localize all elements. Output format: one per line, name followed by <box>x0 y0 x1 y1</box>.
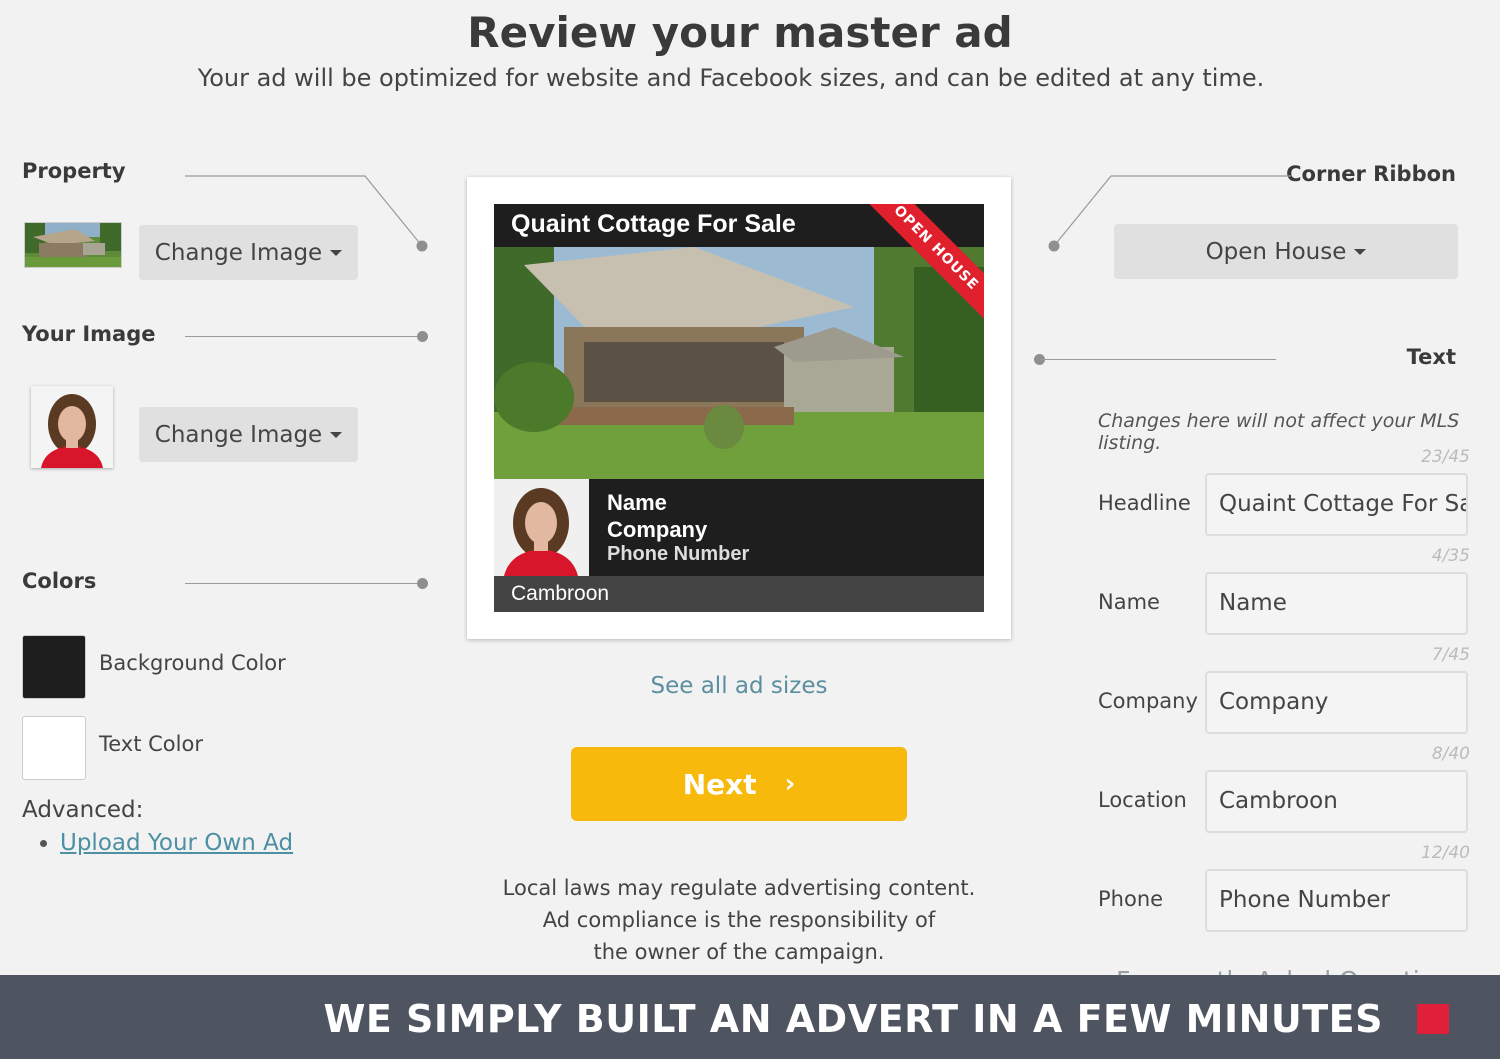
company-input[interactable]: Company <box>1205 671 1468 734</box>
headline-counter: 23/45 <box>1421 447 1470 467</box>
see-all-ad-sizes-link[interactable]: See all ad sizes <box>467 673 1011 699</box>
disclaimer-line: Local laws may regulate advertising cont… <box>502 876 976 900</box>
property-change-image-label: Change Image <box>154 239 323 266</box>
ad-avatar <box>494 479 589 576</box>
corner-ribbon-value: Open House <box>1205 238 1347 265</box>
property-label: Property <box>22 159 126 183</box>
text-section-label: Text <box>1406 345 1456 369</box>
page-subtitle: Your ad will be optimized for website an… <box>197 64 1265 92</box>
ad-preview: Quaint Cottage For Sale OPEN HOUSE Name … <box>494 204 984 612</box>
ad-location-bar: Cambroon <box>494 576 984 612</box>
property-photo <box>494 247 984 479</box>
background-color-label: Background Color <box>99 651 286 675</box>
next-button-label: Next <box>682 767 757 801</box>
caret-down-icon <box>1354 248 1367 255</box>
company-counter: 7/45 <box>1431 645 1470 665</box>
phone-input[interactable]: Phone Number <box>1205 869 1468 932</box>
ad-phone: Phone Number <box>607 543 750 565</box>
caret-down-icon <box>330 431 343 438</box>
disclaimer-line: the owner of the campaign. <box>593 940 885 964</box>
name-label: Name <box>1098 590 1160 614</box>
headline-input[interactable]: Quaint Cottage For Sal <box>1205 473 1468 536</box>
ad-location: Cambroon <box>511 582 610 605</box>
your-image-connector <box>185 336 422 337</box>
promo-banner: WE SIMPLY BUILT AN ADVERT IN A FEW MINUT… <box>0 975 1500 1059</box>
company-label: Company <box>1098 689 1198 713</box>
avatar <box>31 386 113 468</box>
ad-company: Company <box>607 517 708 542</box>
ad-headline: Quaint Cottage For Sale <box>511 210 796 238</box>
your-image-change-image-label: Change Image <box>154 421 323 448</box>
disclaimer-line: Ad compliance is the responsibility of <box>542 908 936 932</box>
corner-ribbon-dropdown[interactable]: Open House <box>1114 224 1458 279</box>
background-color-swatch[interactable] <box>22 635 86 699</box>
upload-own-ad-link[interactable]: Upload Your Own Ad <box>60 830 293 856</box>
connector-dot-icon <box>417 578 428 589</box>
connector-dot-icon <box>417 331 428 342</box>
your-image-label: Your Image <box>22 322 156 346</box>
banner-text: WE SIMPLY BUILT AN ADVERT IN A FEW MINUT… <box>323 997 1383 1041</box>
headline-label: Headline <box>1098 491 1191 515</box>
colors-label: Colors <box>22 569 97 593</box>
your-image-change-image-button[interactable]: Change Image <box>139 407 358 462</box>
property-thumbnail <box>24 222 122 268</box>
location-label: Location <box>1098 788 1187 812</box>
compliance-disclaimer: Local laws may regulate advertising cont… <box>467 872 1011 968</box>
page-title: Review your master ad <box>467 8 1013 57</box>
text-connector <box>1040 359 1276 360</box>
ad-preview-card: Quaint Cottage For Sale OPEN HOUSE Name … <box>467 177 1011 639</box>
list-item: Upload Your Own Ad <box>60 830 293 856</box>
advanced-label: Advanced: <box>22 797 144 823</box>
location-input[interactable]: Cambroon <box>1205 770 1468 833</box>
text-color-swatch[interactable] <box>22 716 86 780</box>
phone-counter: 12/40 <box>1421 843 1470 863</box>
name-input[interactable]: Name <box>1205 572 1468 635</box>
next-button[interactable]: Next › <box>571 747 907 821</box>
chevron-right-icon: › <box>784 769 796 799</box>
corner-ribbon-label: Corner Ribbon <box>1286 162 1456 186</box>
ad-name: Name <box>607 490 667 515</box>
caret-down-icon <box>330 249 343 256</box>
phone-label: Phone <box>1098 887 1164 911</box>
name-counter: 4/35 <box>1431 546 1470 566</box>
advanced-list: Upload Your Own Ad <box>40 830 293 856</box>
colors-connector <box>185 583 422 584</box>
location-counter: 8/40 <box>1431 744 1470 764</box>
property-change-image-button[interactable]: Change Image <box>139 225 358 280</box>
text-color-label: Text Color <box>99 732 203 756</box>
red-square-icon <box>1417 1004 1449 1034</box>
